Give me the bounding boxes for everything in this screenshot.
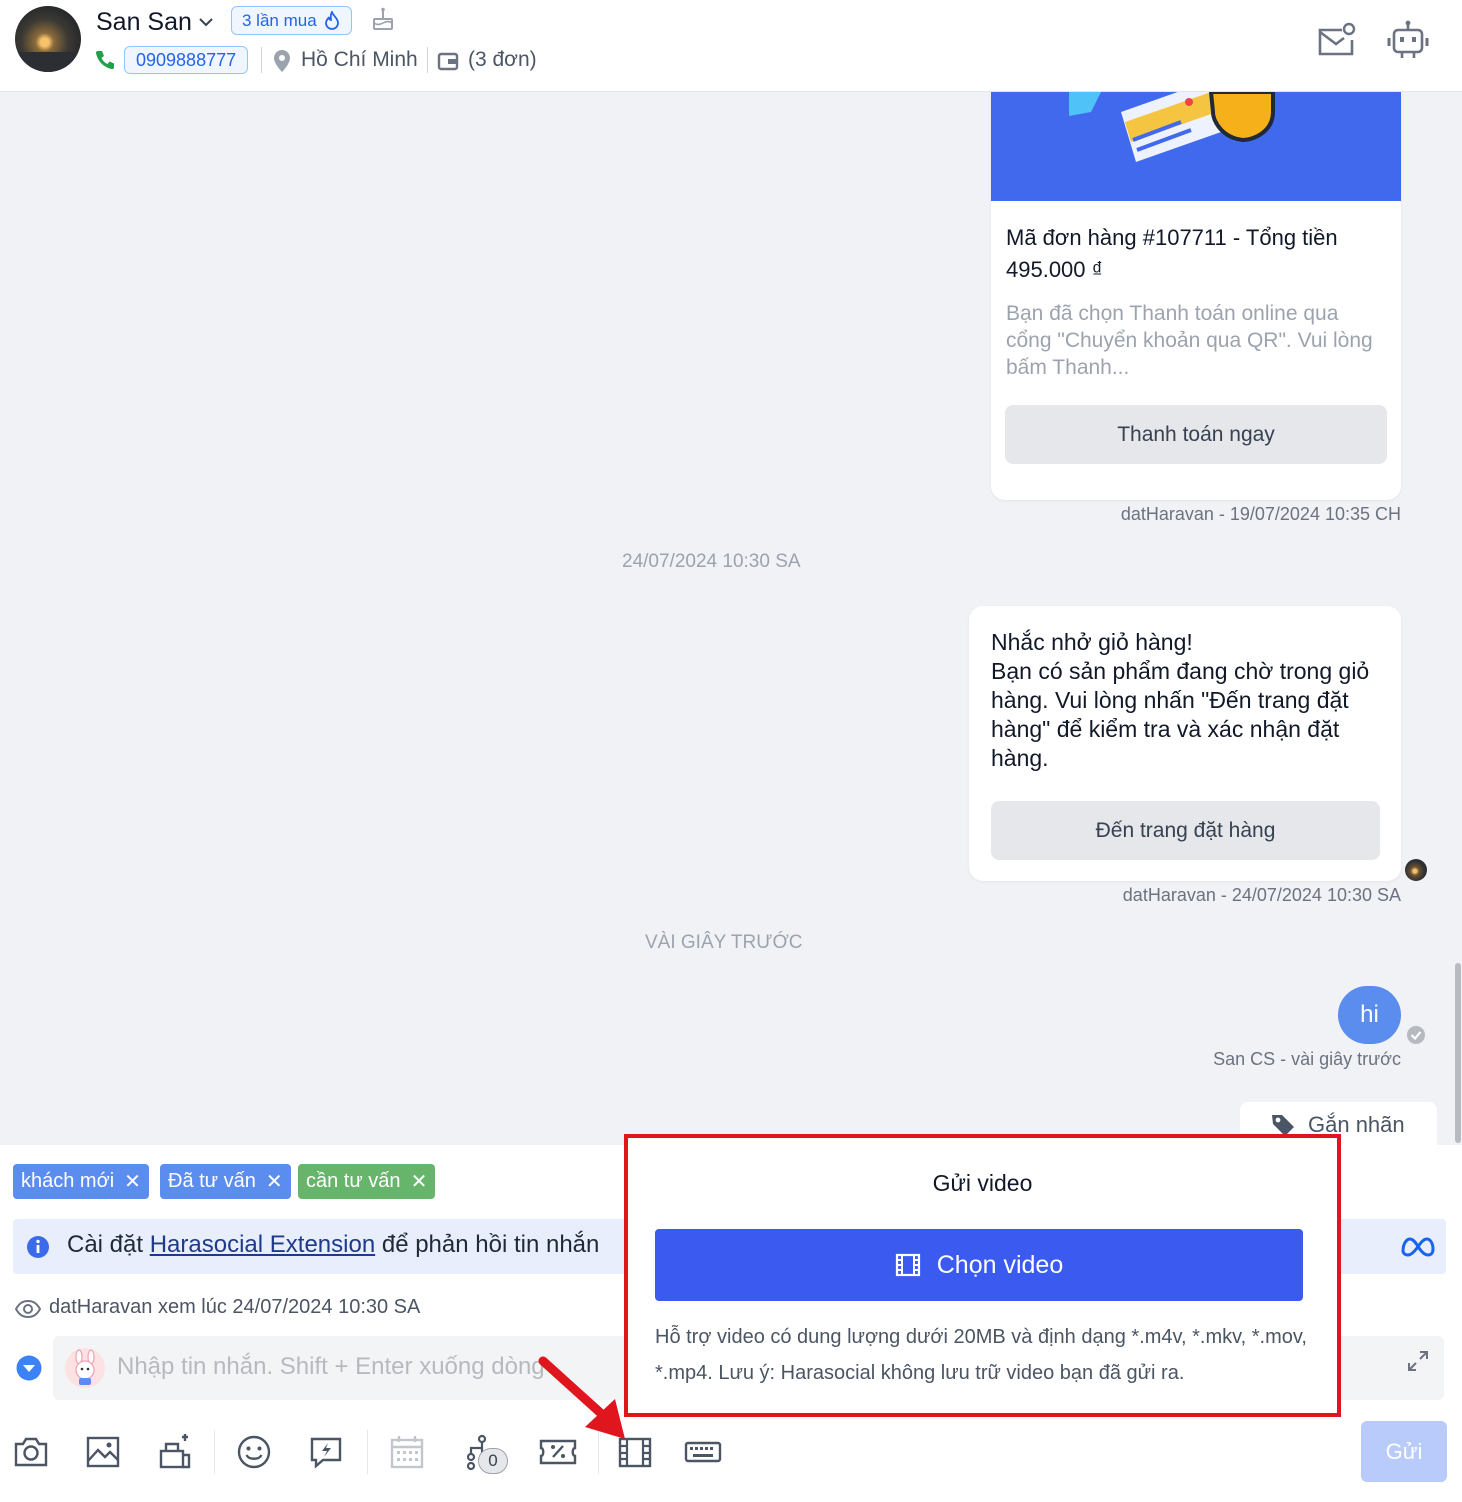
remove-label-icon[interactable]: ✕ <box>124 1169 141 1194</box>
purchase-count-badge: 3 lần mua <box>231 6 352 35</box>
video-format-note: Hỗ trợ video có dung lượng dưới 20MB và … <box>655 1326 1307 1384</box>
go-to-order-page-button[interactable]: Đến trang đặt hàng <box>991 801 1380 860</box>
message-seen-check-icon <box>1407 1026 1425 1044</box>
chatbot-icon[interactable] <box>1386 20 1430 60</box>
chevron-down-icon[interactable] <box>196 12 216 32</box>
cart-reminder-card: Nhắc nhở giỏ hàng! Bạn có sản phẩm đang … <box>969 606 1401 881</box>
message-meta: San CS - vài giây trước <box>1213 1049 1401 1069</box>
label-chip-text: khách mới <box>21 1170 115 1192</box>
header-separator <box>261 47 262 73</box>
message-input-placeholder: Nhập tin nhắn. Shift + Enter xuống dòng <box>117 1353 545 1380</box>
date-divider: 24/07/2024 10:30 SA <box>622 551 801 572</box>
order-count[interactable]: (3 đơn) <box>468 48 537 72</box>
outgoing-message-bubble[interactable]: hi <box>1338 986 1401 1044</box>
choose-video-button[interactable]: Chọn video <box>655 1229 1303 1301</box>
bunny-avatar-icon <box>75 1349 95 1385</box>
send-video-popup: Gửi video Chọn video Hỗ trợ video có dun… <box>624 1134 1341 1417</box>
pay-now-button[interactable]: Thanh toán ngay <box>1005 405 1387 464</box>
label-chip-text: cần tư vấn <box>306 1170 401 1192</box>
eye-icon <box>15 1299 41 1319</box>
payment-illustration <box>991 92 1401 201</box>
remove-label-icon[interactable]: ✕ <box>266 1169 283 1194</box>
extension-info-text: Cài đặt Harasocial Extension để phản hồi… <box>67 1231 599 1259</box>
order-title: Mã đơn hàng #107711 - Tổng tiền 495.000 … <box>1006 225 1338 282</box>
cart-reminder-text: Nhắc nhở giỏ hàng! Bạn có sản phẩm đang … <box>991 629 1370 771</box>
mail-icon[interactable] <box>1316 22 1356 60</box>
conversation-header: San San 3 lần mua 0909888777 Hồ Chí Minh… <box>0 0 1462 92</box>
harasocial-extension-link[interactable]: Harasocial Extension <box>150 1231 375 1258</box>
fire-icon <box>324 10 339 30</box>
wallet-icon <box>437 52 459 71</box>
order-payment-card: Mã đơn hàng #107711 - Tổng tiền 495.000 … <box>991 92 1401 500</box>
calendar-icon[interactable] <box>388 1433 426 1471</box>
toolbar-separator <box>214 1430 215 1474</box>
automation-count-badge: 0 <box>478 1448 508 1474</box>
expand-icon[interactable] <box>1407 1350 1429 1372</box>
message-meta: datHaravan - 24/07/2024 10:30 SA <box>1122 885 1401 905</box>
pointer-arrow-icon <box>538 1356 625 1439</box>
order-description: Bạn đã chọn Thanh toán online qua cổng "… <box>1006 302 1373 379</box>
phone-icon[interactable] <box>94 49 116 71</box>
keyboard-icon[interactable] <box>684 1433 722 1471</box>
seen-status: datHaravan xem lúc 24/07/2024 10:30 SA <box>49 1296 421 1318</box>
label-chip[interactable]: khách mới ✕ <box>13 1164 149 1199</box>
customer-name[interactable]: San San <box>96 8 192 37</box>
info-prefix: Cài đặt <box>67 1231 150 1258</box>
toolbar-separator <box>367 1430 368 1474</box>
collapse-toggle-icon[interactable] <box>16 1355 42 1381</box>
remove-label-icon[interactable]: ✕ <box>411 1169 428 1194</box>
film-icon <box>895 1253 920 1277</box>
phone-number[interactable]: 0909888777 <box>124 46 249 74</box>
send-button[interactable]: Gửi <box>1361 1421 1447 1482</box>
purchase-count-label: 3 lần mua <box>242 11 317 30</box>
info-suffix: để phản hồi tin nhắn <box>375 1231 600 1258</box>
label-chip[interactable]: Đã tư vấn ✕ <box>160 1164 291 1199</box>
location-pin-icon <box>274 50 290 72</box>
label-chip[interactable]: cần tư vấn ✕ <box>298 1164 436 1199</box>
label-chip-text: Đã tư vấn <box>168 1170 256 1192</box>
product-icon[interactable] <box>156 1433 194 1471</box>
popup-title: Gửi video <box>932 1170 1033 1196</box>
birthday-cake-icon[interactable] <box>370 6 396 32</box>
header-separator <box>427 47 428 73</box>
time-divider: VÀI GIÂY TRƯỚC <box>645 932 803 953</box>
message-meta: datHaravan - 19/07/2024 10:35 CH <box>1120 504 1401 524</box>
info-icon <box>27 1236 49 1258</box>
customer-avatar[interactable] <box>15 6 81 72</box>
camera-icon[interactable] <box>12 1433 50 1471</box>
meta-logo-icon <box>1401 1237 1435 1257</box>
image-icon[interactable] <box>84 1433 122 1471</box>
choose-video-label: Chọn video <box>936 1250 1064 1279</box>
chat-scrollbar[interactable] <box>1455 963 1461 1143</box>
sender-avatar <box>1405 859 1427 881</box>
quick-reply-icon[interactable] <box>307 1433 345 1471</box>
customer-city: Hồ Chí Minh <box>301 48 418 71</box>
emoji-icon[interactable] <box>235 1433 273 1471</box>
agent-avatar[interactable] <box>65 1348 105 1388</box>
